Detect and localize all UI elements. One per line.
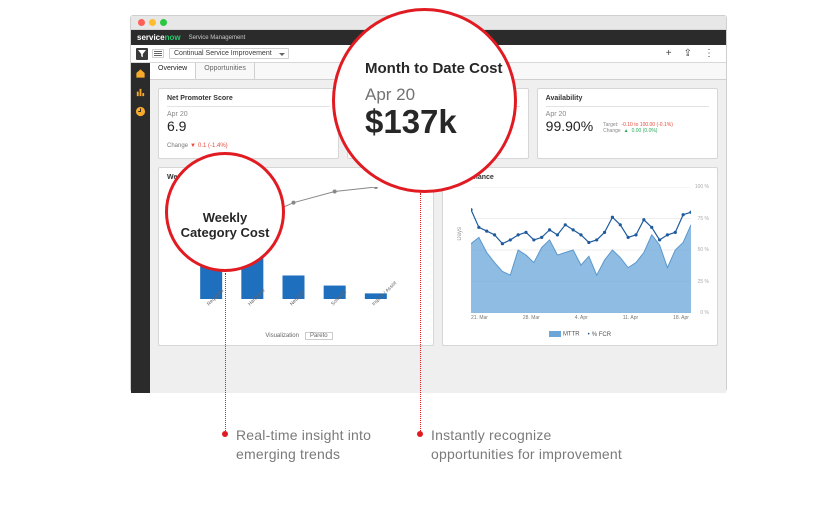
logo: servicenow — [137, 33, 181, 42]
x-tick: 18. Apr — [673, 315, 689, 327]
left-rail — [131, 63, 150, 393]
callout-date: Apr 20 — [365, 85, 514, 105]
callout-weekly-cost: WeeklyCategory Cost — [165, 152, 285, 272]
y-tick: 75 % — [698, 216, 709, 222]
leader-line — [420, 193, 422, 431]
callout-mtd-cost: Month to Date Cost Apr 20 $137k — [332, 8, 517, 193]
stage: servicenow Service Management Continual … — [0, 0, 840, 514]
nps-change: Change ▼ 0.1 (-1.4%) — [167, 143, 228, 149]
callout-title: WeeklyCategory Cost — [168, 211, 282, 241]
card-performance[interactable]: Performance Days 0 % 25 % 50 % 75 % 100 % 21… — [442, 167, 718, 346]
callout-value: $137k — [365, 103, 514, 141]
y-tick: 25 % — [698, 279, 709, 285]
clock-icon[interactable] — [135, 106, 146, 117]
card-nps[interactable]: Net Promoter Score Apr 20 6.9 Change ▼ 0… — [158, 88, 339, 159]
performance-chart: Days 0 % 25 % 50 % 75 % 100 % 21. Mar 28. Mar… — [451, 187, 709, 327]
nps-value: 6.9 — [167, 118, 330, 134]
avail-value: 99.90% — [546, 118, 593, 134]
nav-right-actions: + ⇪ ⋮ — [666, 48, 714, 59]
avail-stats: Target: -0.10 to 100.00 (-0.1%) Change ▲… — [603, 122, 673, 134]
caption-opportunities: Instantly recognize opportunities for im… — [431, 426, 631, 464]
caption-dot — [222, 431, 228, 437]
card-date: Apr 20 — [546, 111, 593, 118]
list-icon[interactable] — [152, 49, 164, 58]
y-tick: 50 % — [698, 247, 709, 253]
caption-dot — [417, 431, 423, 437]
window-close-dot[interactable] — [138, 19, 145, 26]
callout-title: Month to Date Cost — [365, 60, 514, 77]
x-tick: 4. Apr — [575, 315, 588, 327]
card-title: Net Promoter Score — [167, 95, 330, 102]
more-button[interactable]: ⋮ — [704, 48, 714, 59]
x-tick: 21. Mar — [471, 315, 488, 327]
tab-opportunities[interactable]: Opportunities — [196, 63, 255, 79]
card-title: Availability — [546, 95, 709, 102]
card-title: Performance — [451, 174, 709, 181]
filter-icon[interactable] — [136, 48, 148, 60]
add-button[interactable]: + — [666, 48, 672, 59]
chart-icon[interactable] — [135, 87, 146, 98]
legend: MTTR% FCR — [451, 331, 709, 338]
card-availability[interactable]: Availability Apr 20 99.90% Target: -0.10… — [537, 88, 718, 159]
viz-selector[interactable]: VisualizationPareto — [167, 333, 425, 339]
leader-line — [225, 273, 227, 431]
window-maximize-dot[interactable] — [160, 19, 167, 26]
context-selector[interactable]: Continual Service Improvement — [169, 48, 289, 59]
home-icon[interactable] — [135, 68, 146, 79]
card-date: Apr 20 — [167, 111, 330, 118]
caption-realtime: Real-time insight into emerging trends — [236, 426, 386, 464]
y-tick: 100 % — [695, 184, 709, 190]
tab-overview[interactable]: Overview — [150, 63, 196, 79]
sub-brand: Service Management — [189, 35, 246, 41]
y-tick: 0 % — [700, 310, 709, 316]
window-minimize-dot[interactable] — [149, 19, 156, 26]
share-button[interactable]: ⇪ — [684, 48, 692, 59]
x-tick: 28. Mar — [523, 315, 540, 327]
x-tick: 11. Apr — [623, 315, 638, 327]
y-axis-label: Days — [457, 227, 463, 241]
